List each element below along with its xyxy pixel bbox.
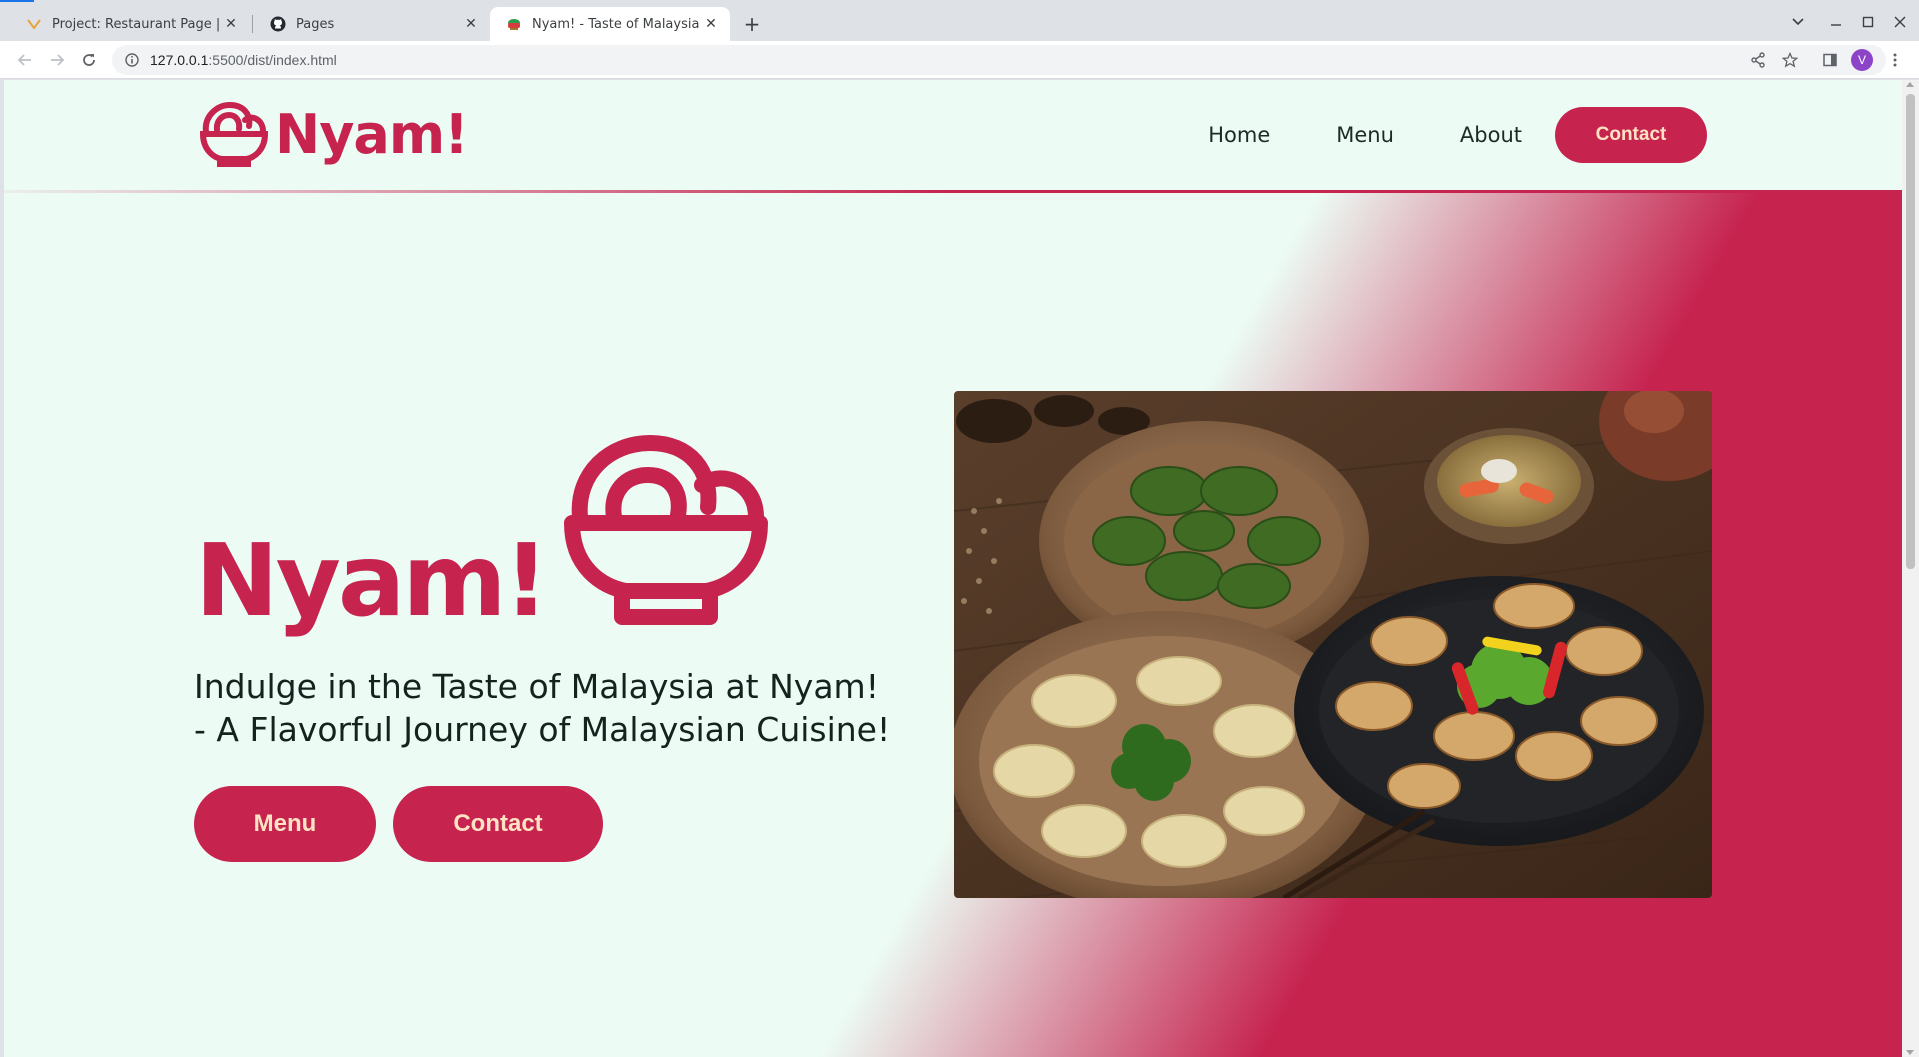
nyam-favicon-icon (506, 16, 522, 32)
main-nav: Home Menu About Contact (1208, 107, 1707, 163)
window-accent (0, 0, 34, 2)
hero-subtitle: Indulge in the Taste of Malaysia at Nyam… (194, 667, 891, 749)
address-bar[interactable]: 127.0.0.1:5500/dist/index.html (112, 45, 1886, 75)
tab-strip: Project: Restaurant Page | The ✕ Pages ✕… (0, 0, 1919, 41)
brand-name: Nyam! (275, 102, 469, 166)
site-logo[interactable]: Nyam! (199, 100, 469, 168)
maximize-button[interactable] (1856, 10, 1880, 34)
tab-close-icon[interactable]: ✕ (462, 15, 480, 33)
hero-title: Nyam! (195, 522, 549, 639)
scroll-up-icon[interactable] (1906, 82, 1914, 87)
noodle-bowl-icon (564, 435, 769, 625)
reload-button[interactable] (77, 48, 101, 72)
hero-contact-button[interactable]: Contact (393, 786, 603, 862)
kebab-menu-icon[interactable] (1883, 48, 1907, 72)
tab-close-icon[interactable]: ✕ (222, 15, 240, 33)
scroll-down-icon[interactable] (1906, 1050, 1914, 1055)
scrollbar-thumb[interactable] (1906, 94, 1915, 569)
tab-restaurant-project[interactable]: Project: Restaurant Page | The ✕ (10, 7, 250, 41)
minimize-button[interactable] (1824, 10, 1848, 34)
hero-menu-button[interactable]: Menu (194, 786, 376, 862)
tab-close-icon[interactable]: ✕ (702, 15, 720, 33)
bookmark-star-icon[interactable] (1778, 48, 1802, 72)
tab-title: Pages (296, 16, 335, 32)
close-window-button[interactable] (1888, 10, 1912, 34)
odin-favicon-icon (26, 16, 42, 32)
hero-title-row: Nyam! (195, 435, 770, 635)
profile-avatar[interactable]: V (1851, 49, 1873, 71)
github-icon (270, 16, 286, 32)
tab-github-pages[interactable]: Pages ✕ (254, 7, 490, 41)
share-icon[interactable] (1746, 48, 1770, 72)
header-divider (4, 190, 1902, 193)
hero-dumplings-photo (954, 391, 1712, 898)
url-path: :5500/dist/index.html (208, 52, 337, 68)
nav-about-link[interactable]: About (1460, 123, 1522, 147)
site-info-icon[interactable] (124, 52, 140, 68)
hero-buttons: Menu Contact (194, 786, 603, 862)
tab-search-icon[interactable] (1786, 10, 1810, 34)
tab-title: Project: Restaurant Page | The (52, 16, 222, 32)
tab-nyam[interactable]: Nyam! - Taste of Malaysia ✕ (490, 7, 730, 41)
page-viewport: Nyam! Home Menu About Contact Nyam! Indu… (4, 80, 1902, 1057)
back-button[interactable] (13, 48, 37, 72)
nav-menu-link[interactable]: Menu (1336, 123, 1394, 147)
tab-separator (252, 15, 253, 33)
noodle-bowl-logo-icon (199, 101, 269, 167)
nav-home-link[interactable]: Home (1208, 123, 1270, 147)
new-tab-button[interactable]: + (740, 12, 764, 36)
browser-toolbar: 127.0.0.1:5500/dist/index.html V (0, 41, 1919, 79)
tab-title: Nyam! - Taste of Malaysia (532, 16, 700, 32)
side-panel-icon[interactable] (1818, 48, 1842, 72)
forward-button[interactable] (45, 48, 69, 72)
url-host: 127.0.0.1 (150, 52, 209, 68)
site-header: Nyam! Home Menu About Contact (4, 80, 1902, 192)
nav-contact-button[interactable]: Contact (1555, 107, 1707, 163)
page-scrollbar[interactable] (1902, 80, 1919, 1057)
